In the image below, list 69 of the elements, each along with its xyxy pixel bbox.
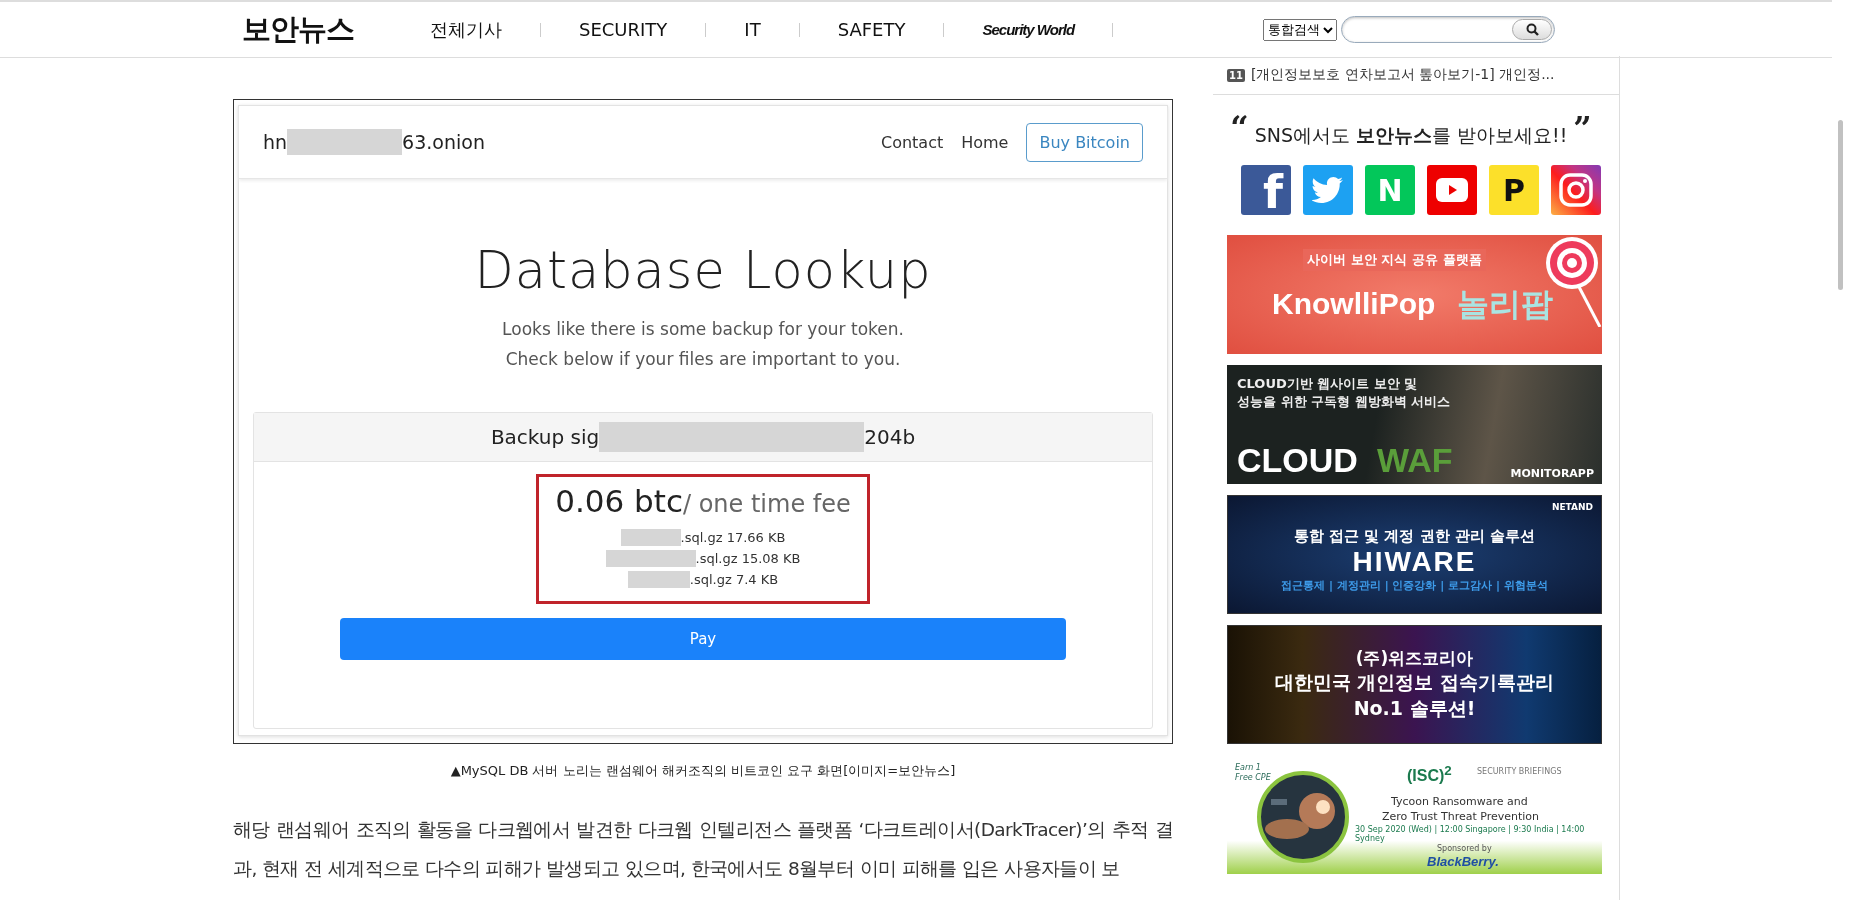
scrollbar-thumb[interactable] [1838,120,1843,290]
image-caption: ▲MySQL DB 서버 노리는 랜섬웨어 해커조직의 비트코인 요구 화면[이미지=보안뉴스] [449,762,957,780]
banner-text: MONITORAPP [1510,467,1594,480]
banner-text: Zero Trust Threat Prevention [1382,810,1540,823]
search-icon [1525,23,1539,36]
file-text: .sql.gz 7.4 KB [689,572,779,587]
banner-text: SECURITY BRIEFINGS [1477,767,1562,776]
page-title: Database Lookup [473,241,933,300]
banner-text: HIWARE [1352,545,1477,578]
nav-link[interactable]: SECURITY [541,19,706,40]
ad-banner[interactable]: NETAND 통합 접근 및 계정 권한 관리 솔루션 HIWARE 접근통제 | 계정관리 | 인증강화 | 로그감사 | 위협분석 [1227,495,1602,614]
nav-link[interactable]: SAFETY [799,19,944,40]
banner-text: NETAND [1551,502,1593,512]
banner-text: BlackBerry. [1427,854,1499,869]
quote-mark: ” [1573,115,1592,141]
signature-text: 204b [864,425,916,449]
bird-icon [1312,176,1344,204]
banner-text: Earn 1 Free CPE [1235,763,1272,783]
banner-text: (ISC)$^{2}$ [1407,763,1452,786]
subtitle-text: Looks like there is some backup for your token. [501,318,905,341]
banner-text: No.1 솔루션! [1353,696,1476,721]
nav-link[interactable]: 전체기사 [392,17,540,42]
banner-text: 통합 접근 및 계정 권한 관리 솔루션 [1293,526,1536,546]
quote-mark: “ [1230,115,1249,141]
banner-text: Sponsored by [1437,844,1492,853]
redaction-bar [620,529,681,546]
banner-text: 사이버 보안 지식 공유 플랫폼 [1303,249,1486,271]
banner-text: CLOUD [1237,441,1358,480]
nav-link[interactable]: IT [706,19,799,40]
rank-badge: 11 [1227,68,1245,82]
article-paragraph: 해당 랜섬웨어 조직의 활동을 다크웹에서 발견한 다크웹 인텔리전스 플랫폼 ‘다크트레이서(DarkTracer)’의 추적 결과, 현재 전 세계적으로 다수의 피해가 발생되고 있으며, 한국에서도 8월부터 이미 피해를 입은 사용자들이 보 [233,818,1173,881]
bird-button[interactable] [1303,165,1353,215]
banner-text: Tycoon Ransomware and [1391,795,1528,808]
camera-button[interactable] [1551,165,1601,215]
banner-text: WAF [1377,441,1453,480]
subtitle-text: Check below if your files are important to you. [504,348,902,371]
headline-link[interactable]: [개인정보보호 연차보고서 톺아보기-1] 개인정... [1250,66,1555,84]
price-text: 0.06 btc [555,483,683,519]
banner-text: KnowlliPop [1272,287,1436,321]
banner-text: 놀리팝 [1457,284,1553,325]
play-icon [1436,178,1468,202]
search-button[interactable] [1512,19,1553,40]
search-scope-select[interactable]: 통합검색 [1263,18,1338,41]
play-button[interactable] [1427,165,1477,215]
camera-icon [1559,173,1593,207]
banner-text: 30 Sep 2020 (Wed) | 12:00 Singapore | 9:30 India | 14:00 Sydney [1355,825,1586,843]
nav-link[interactable]: Contact [880,132,944,152]
host-text: 63.onion [402,131,485,153]
signature-text: Backup sig [490,425,600,449]
site-logo[interactable]: 보안뉴스 [242,9,392,50]
facebook-button[interactable]: f [1241,165,1291,215]
file-text: .sql.gz 17.66 KB [680,530,786,545]
pay-button[interactable]: Pay [340,618,1066,660]
file-text: .sql.gz 15.08 KB [695,551,801,566]
buy-bitcoin-button[interactable]: Buy Bitcoin [1026,122,1143,162]
banner-text: 성능을 위한 구독형 웹방화벽 서비스 [1237,393,1451,411]
price-unit-text: / one time fee [682,490,851,518]
banner-text: 접근통제 | 계정관리 | 인증강화 | 로그감사 | 위협분석 [1281,577,1548,593]
sns-title: SNS에서도 보안뉴스를 받아보세요!! [1254,123,1568,148]
ad-banner[interactable]: (주)위즈코리아 대한민국 개인정보 접속기록관리 No.1 솔루션! [1227,625,1602,744]
nav-link[interactable]: Security World [944,21,1113,38]
nav-link[interactable]: Home [961,132,1009,152]
post-button[interactable]: P [1489,165,1539,215]
ad-banner[interactable]: CLOUD기반 웹사이트 보안 및 성능을 위한 구독형 웹방화벽 서비스 CLOUD WAF MONITORAPP [1227,365,1602,484]
host-text: hn [263,131,288,153]
banner-text: (주)위즈코리아 [1355,647,1474,670]
redaction-bar [627,571,690,588]
banner-text: 대한민국 개인정보 접속기록관리 [1274,670,1555,695]
banner-text: CLOUD기반 웹사이트 보안 및 [1237,375,1418,393]
